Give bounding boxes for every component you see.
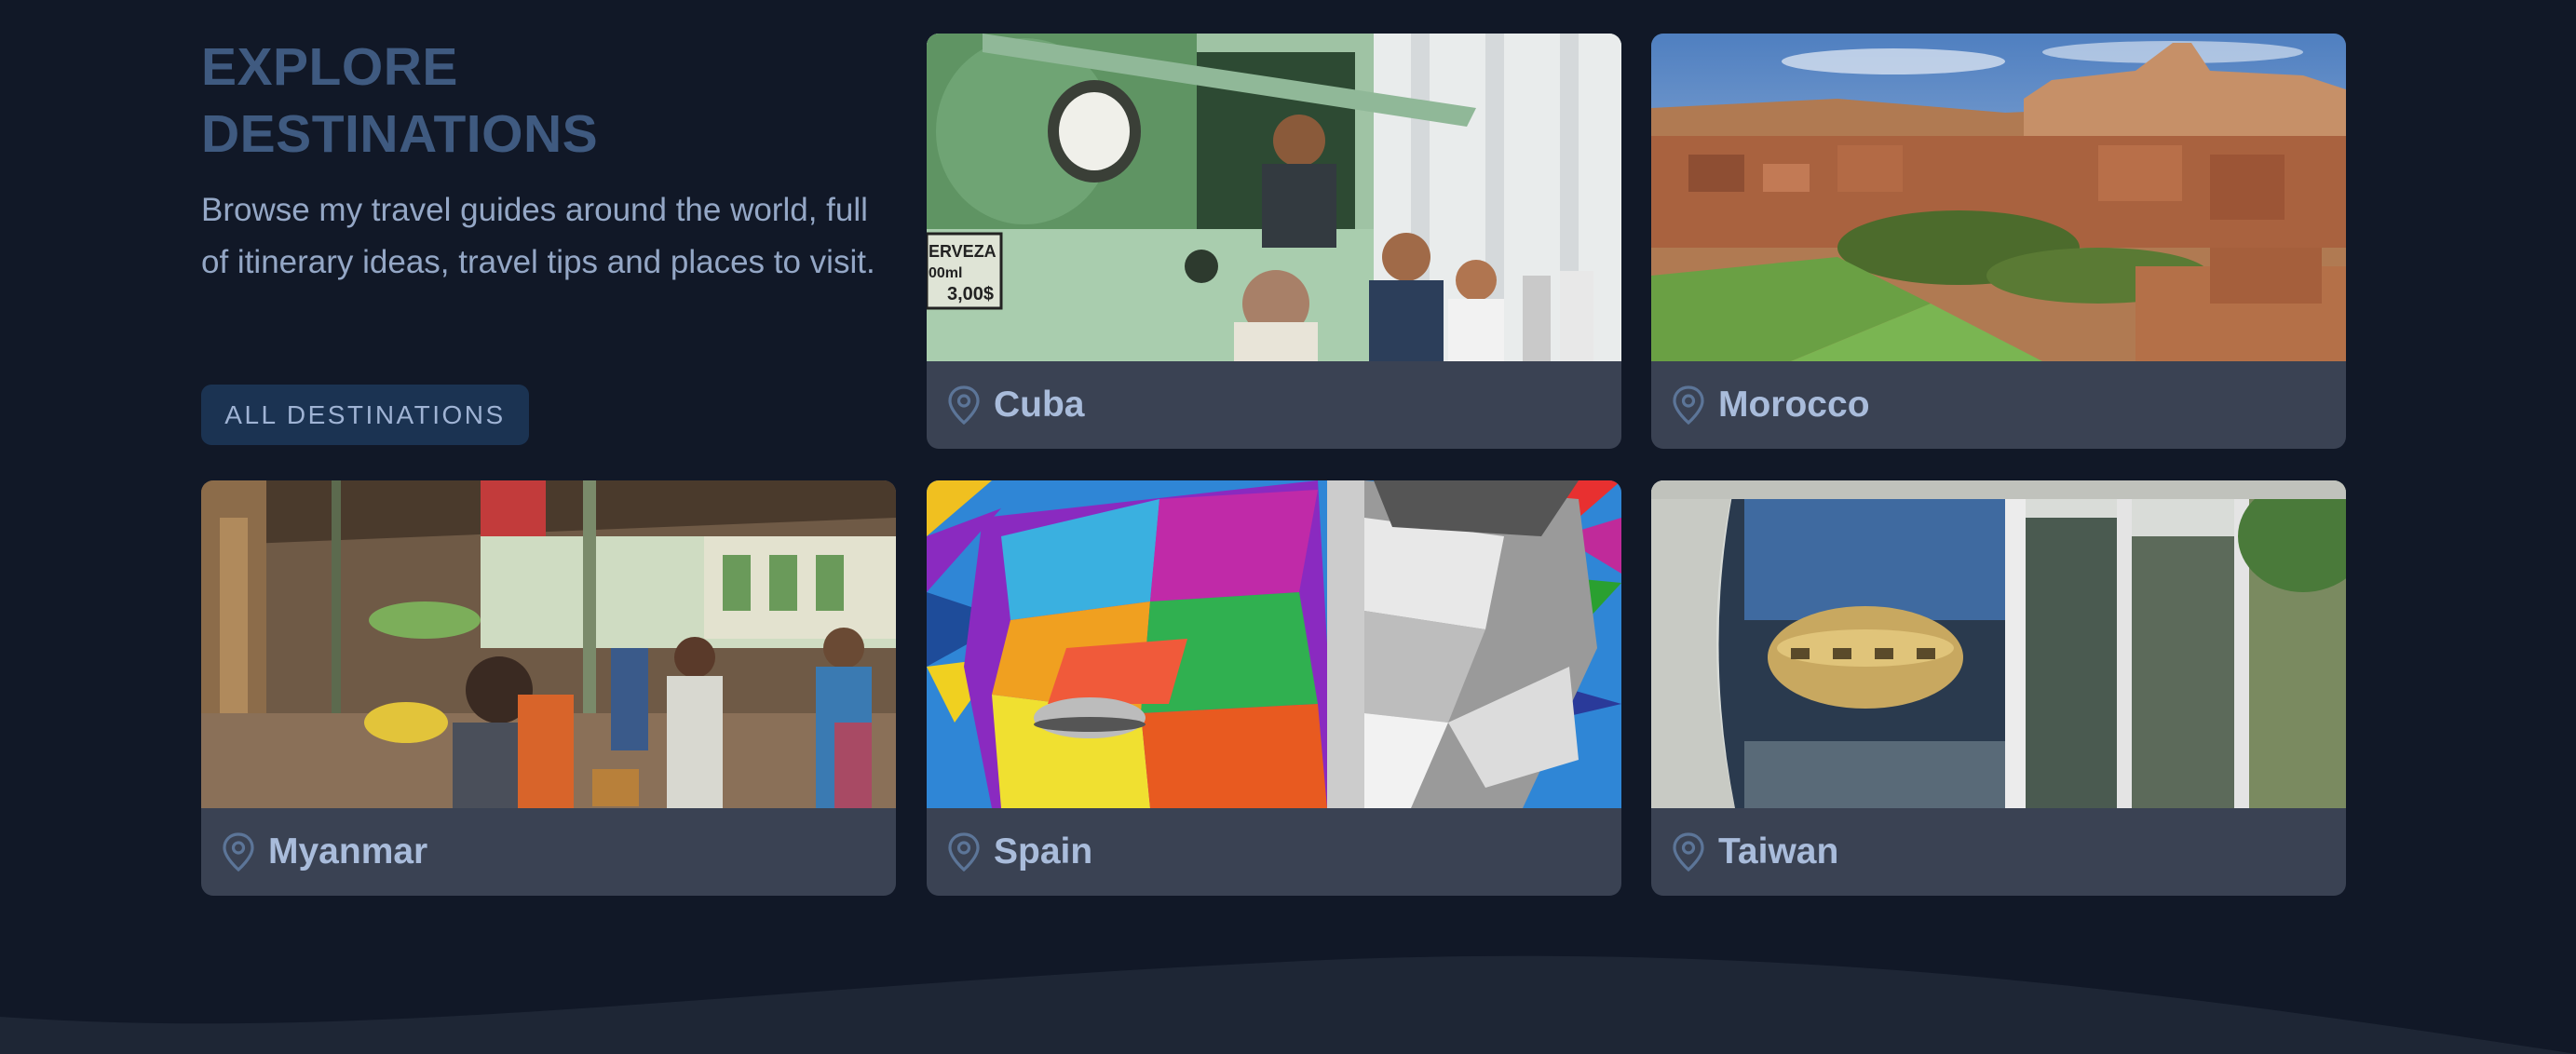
destination-card-cuba[interactable]: ERVEZA 00ml 3,00$ Cuba xyxy=(927,34,1621,449)
cuba-photo: ERVEZA 00ml 3,00$ xyxy=(927,34,1621,361)
card-footer: Cuba xyxy=(927,361,1621,449)
title-line-1: EXPLORE xyxy=(201,37,458,97)
destination-card-morocco[interactable]: Morocco xyxy=(1651,34,2346,449)
map-pin-icon xyxy=(948,385,980,425)
morocco-photo xyxy=(1651,34,2346,361)
card-footer: Myanmar xyxy=(201,808,896,896)
destination-label: Cuba xyxy=(994,385,1085,425)
section-title: EXPLORE DESTINATIONS xyxy=(201,34,896,168)
destination-label: Spain xyxy=(994,831,1093,872)
destination-label: Myanmar xyxy=(268,831,428,872)
destination-label: Taiwan xyxy=(1718,831,1839,872)
map-pin-icon xyxy=(1673,832,1704,872)
spain-photo xyxy=(927,480,1621,808)
all-destinations-button[interactable]: ALL DESTINATIONS xyxy=(201,385,529,445)
map-pin-icon xyxy=(1673,385,1704,425)
taiwan-photo xyxy=(1651,480,2346,808)
destination-card-spain[interactable]: Spain xyxy=(927,480,1621,896)
map-pin-icon xyxy=(948,832,980,872)
explore-destinations-section: EXPLORE DESTINATIONS Browse my travel gu… xyxy=(0,0,2576,1054)
map-pin-icon xyxy=(223,832,254,872)
card-footer: Taiwan xyxy=(1651,808,2346,896)
destination-card-taiwan[interactable]: Taiwan xyxy=(1651,480,2346,896)
svg-text:ERVEZA: ERVEZA xyxy=(929,242,997,261)
svg-text:00ml: 00ml xyxy=(929,265,962,281)
section-description: Browse my travel guides around the world… xyxy=(201,192,875,280)
intro-block: EXPLORE DESTINATIONS Browse my travel gu… xyxy=(201,34,896,289)
section-wave-divider xyxy=(0,955,2576,1054)
destination-card-myanmar[interactable]: Myanmar xyxy=(201,480,896,896)
card-footer: Spain xyxy=(927,808,1621,896)
title-line-2: DESTINATIONS xyxy=(201,104,599,164)
destination-label: Morocco xyxy=(1718,385,1870,425)
svg-text:3,00$: 3,00$ xyxy=(947,284,994,304)
card-footer: Morocco xyxy=(1651,361,2346,449)
myanmar-photo xyxy=(201,480,896,808)
